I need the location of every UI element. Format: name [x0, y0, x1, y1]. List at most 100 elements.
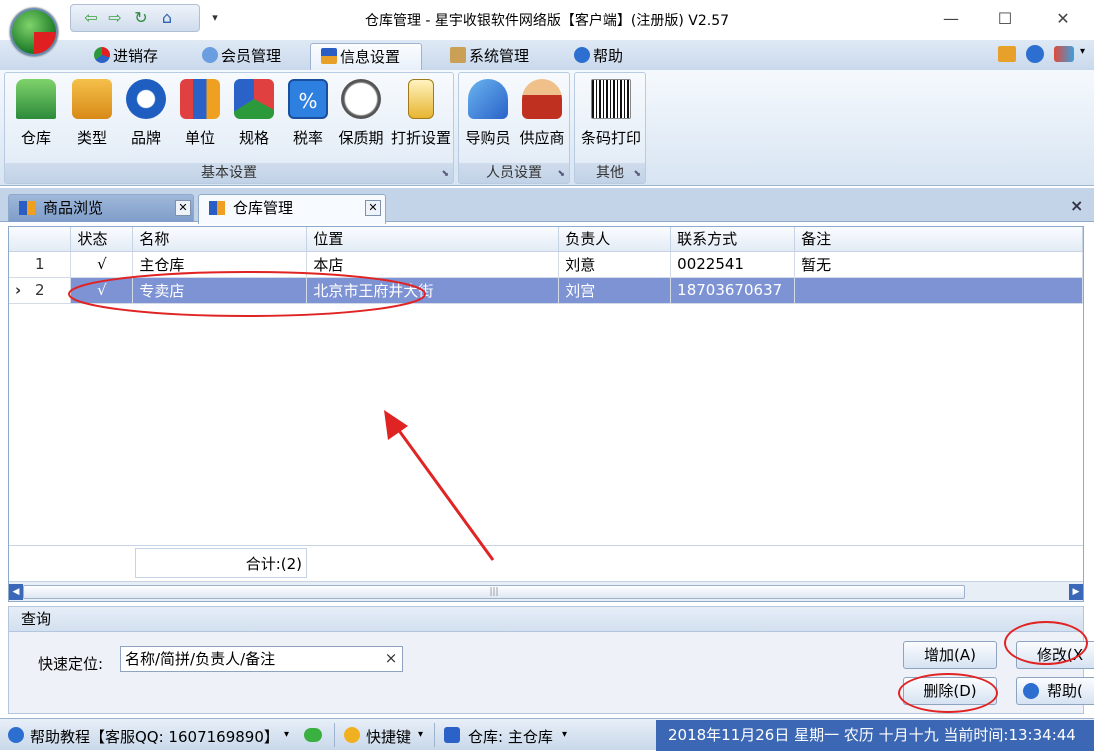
- sales-guide-button[interactable]: 导购员: [461, 75, 515, 153]
- members-icon: [202, 47, 218, 63]
- brand-button[interactable]: 品牌: [119, 75, 173, 153]
- warehouse-button[interactable]: 仓库: [9, 75, 63, 153]
- name-cell[interactable]: 专卖店: [132, 277, 308, 304]
- column-header-note[interactable]: 备注: [794, 227, 1083, 252]
- barcode-print-button[interactable]: 条码打印: [577, 75, 645, 153]
- column-header-manager[interactable]: 负责人: [558, 227, 672, 252]
- current-row-marker-icon: ›: [15, 281, 22, 299]
- minimize-button[interactable]: —: [936, 6, 966, 32]
- shelf-life-button[interactable]: 保质期: [333, 75, 389, 153]
- maximize-button[interactable]: ☐: [990, 6, 1020, 32]
- button-label: 导购员: [465, 129, 511, 147]
- barcode-icon: [591, 79, 631, 119]
- dropdown-arrow-icon[interactable]: ▾: [284, 729, 289, 740]
- add-button[interactable]: 增加(A): [903, 641, 997, 669]
- pie-chart-icon: [94, 47, 110, 63]
- tab-help[interactable]: 帮助: [564, 43, 633, 70]
- grid-icon: [19, 201, 35, 215]
- lightning-icon: [344, 727, 360, 743]
- quick-locate-input[interactable]: 名称/简拼/负责人/备注: [120, 646, 403, 672]
- tab-system-management[interactable]: 系统管理: [440, 43, 539, 70]
- query-panel-header: 查询: [8, 606, 1084, 632]
- manager-cell[interactable]: 刘意: [558, 251, 672, 278]
- row-number[interactable]: 1: [9, 251, 72, 278]
- dialog-launcher-icon[interactable]: ⬊: [633, 169, 641, 179]
- location-cell[interactable]: 北京市王府井大街: [306, 277, 560, 304]
- summary-row: 合计:(2): [9, 545, 1083, 579]
- note-cell[interactable]: 暂无: [794, 251, 1083, 278]
- cart-icon[interactable]: [998, 46, 1016, 62]
- grid-icon: [209, 201, 225, 215]
- close-all-tabs-icon[interactable]: ×: [1070, 196, 1083, 215]
- contact-cell[interactable]: 18703670637: [670, 277, 796, 304]
- status-cell[interactable]: √: [70, 251, 134, 278]
- unit-button[interactable]: 单位: [173, 75, 227, 153]
- button-label: 帮助(: [1047, 682, 1083, 700]
- window-title: 仓库管理 - 星宇收银软件网络版【客户端】(注册版) V2.57: [364, 13, 730, 29]
- contact-cell[interactable]: 0022541: [670, 251, 796, 278]
- tab-jinxiaocun[interactable]: 进销存: [84, 43, 168, 70]
- group-basic-settings: 仓库 类型 品牌 单位 规格 % 税率 保质期 打折设置 基本设置 ⬊: [4, 72, 454, 184]
- supplier-button[interactable]: 供应商: [515, 75, 569, 153]
- help-icon: [1023, 683, 1039, 699]
- person-icon: [468, 79, 508, 119]
- close-button[interactable]: ✕: [1048, 6, 1078, 32]
- manager-cell[interactable]: 刘宫: [558, 277, 672, 304]
- dialog-launcher-icon[interactable]: ⬊: [557, 169, 565, 179]
- wechat-icon[interactable]: [304, 728, 322, 742]
- tab-label: 信息设置: [340, 48, 401, 66]
- unit-icon: [180, 79, 220, 119]
- button-label: 供应商: [519, 129, 565, 147]
- dropdown-arrow-icon[interactable]: ▾: [562, 729, 567, 740]
- brand-icon: [126, 79, 166, 119]
- column-header-location[interactable]: 位置: [306, 227, 560, 252]
- help-icon: [8, 727, 24, 743]
- tab-member-management[interactable]: 会员管理: [192, 43, 291, 70]
- status-cell[interactable]: √: [70, 277, 134, 304]
- location-cell[interactable]: 本店: [306, 251, 560, 278]
- dialog-launcher-icon[interactable]: ⬊: [441, 169, 449, 179]
- table-row-selected[interactable]: › 2 √ 专卖店 北京市王府井大街 刘宫 18703670637: [9, 277, 1083, 304]
- theme-icon[interactable]: [1054, 46, 1074, 62]
- name-cell[interactable]: 主仓库: [132, 251, 308, 278]
- close-tab-icon[interactable]: ✕: [175, 200, 191, 216]
- warehouse-grid: 状态 名称 位置 负责人 联系方式 备注 1 √ 主仓库 本店 刘意 00225…: [8, 226, 1084, 602]
- separator: [434, 723, 435, 747]
- datetime-display: 2018年11月26日 星期一 农历 十月十九 当前时间:13:34:44: [656, 720, 1094, 751]
- column-header-contact[interactable]: 联系方式: [670, 227, 796, 252]
- type-button[interactable]: 类型: [65, 75, 119, 153]
- tab-info-settings[interactable]: 信息设置: [310, 43, 422, 70]
- scroll-right-icon[interactable]: ▶: [1069, 584, 1083, 600]
- app-menu-button[interactable]: [10, 8, 58, 56]
- scroll-left-icon[interactable]: ◀: [9, 584, 23, 600]
- tab-label: 帮助: [593, 47, 624, 65]
- current-warehouse-menu[interactable]: 仓库: 主仓库: [468, 726, 553, 747]
- clear-input-icon[interactable]: ×: [382, 648, 400, 668]
- column-header-name[interactable]: 名称: [132, 227, 308, 252]
- tax-rate-button[interactable]: % 税率: [281, 75, 335, 153]
- row-count-summary: 合计:(2): [135, 548, 307, 578]
- button-label: 条码打印: [580, 129, 641, 147]
- discount-settings-button[interactable]: 打折设置: [389, 75, 453, 153]
- tab-warehouse-management[interactable]: 仓库管理 ✕: [198, 194, 386, 224]
- table-row[interactable]: 1 √ 主仓库 本店 刘意 0022541 暂无: [9, 251, 1083, 278]
- help-button[interactable]: 帮助(: [1016, 677, 1094, 705]
- help-tutorial-link[interactable]: 帮助教程【客服QQ: 1607169890】: [30, 726, 279, 747]
- shortcut-menu[interactable]: 快捷键: [366, 726, 411, 747]
- horizontal-scrollbar[interactable]: ◀ ||| ▶: [9, 581, 1083, 601]
- button-label: 单位: [184, 129, 215, 147]
- row-number[interactable]: › 2: [9, 277, 72, 304]
- close-tab-icon[interactable]: ✕: [365, 200, 381, 216]
- tab-label: 仓库管理: [233, 199, 294, 217]
- document-tab-bar: 商品浏览 ✕ 仓库管理 ✕ ×: [0, 188, 1094, 224]
- ribbon-options-icon[interactable]: ▾: [1080, 46, 1085, 57]
- spec-button[interactable]: 规格: [227, 75, 281, 153]
- help-icon[interactable]: [1026, 45, 1044, 63]
- note-cell[interactable]: [794, 277, 1083, 304]
- calculator-icon: [408, 79, 434, 119]
- scrollbar-thumb[interactable]: |||: [23, 585, 965, 599]
- dropdown-arrow-icon[interactable]: ▾: [418, 729, 423, 740]
- tab-product-browse[interactable]: 商品浏览 ✕: [8, 194, 194, 222]
- column-header-status[interactable]: 状态: [70, 227, 134, 252]
- highlight-circle-delete: [898, 673, 998, 713]
